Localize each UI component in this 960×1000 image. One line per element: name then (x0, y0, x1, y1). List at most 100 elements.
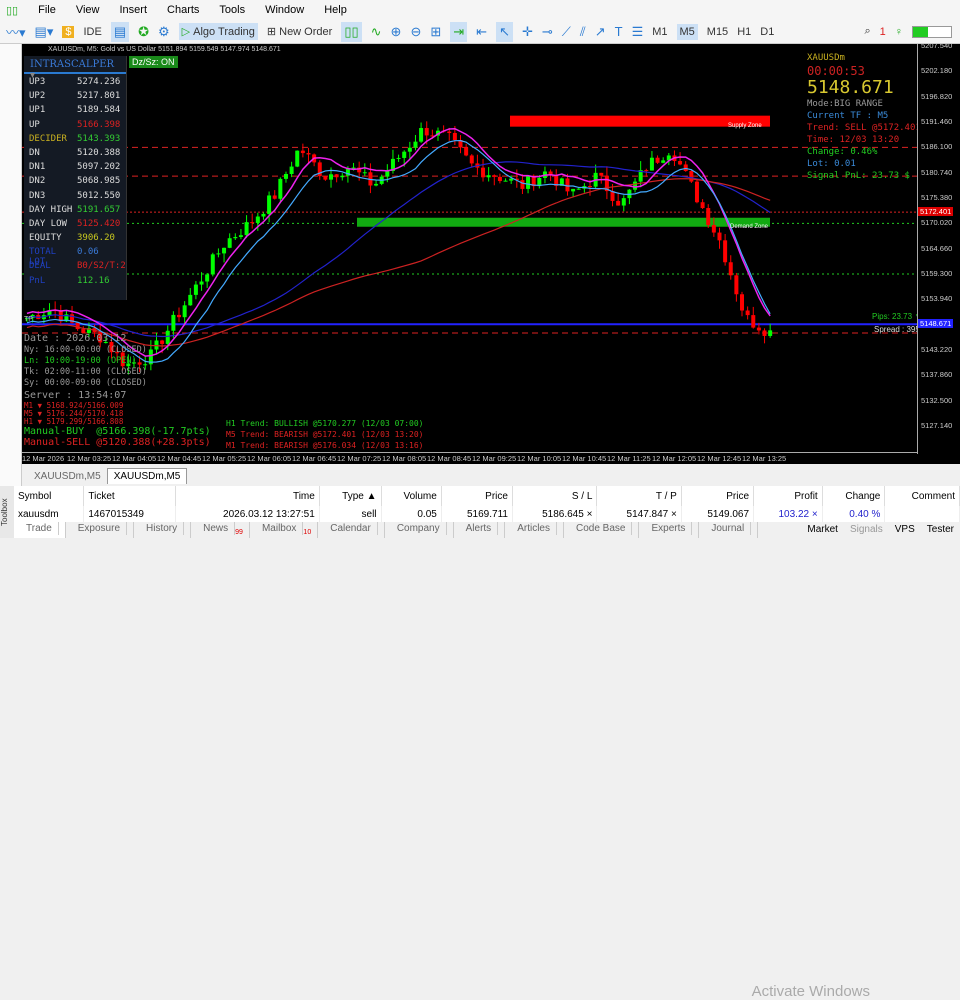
candle-body (238, 235, 243, 237)
market-watch-icon[interactable]: ▤ (110, 21, 130, 42)
vps-link[interactable]: VPS (895, 524, 915, 535)
row-value: 5120.388 (77, 147, 121, 158)
menu-file[interactable]: File (38, 4, 56, 16)
ln-session: Ln: 10:00-19:00 (OPEN) (24, 356, 137, 366)
column-header[interactable]: Volume (381, 486, 442, 506)
algo-trading-button[interactable]: ▷ Algo Trading (178, 23, 258, 40)
column-header[interactable]: Type ▲ (319, 486, 382, 506)
chart-area[interactable]: XAUUSDm, M5: Gold vs US Dollar 5151.894 … (22, 44, 960, 464)
terminal-tab[interactable]: History (134, 522, 192, 538)
tf-h1[interactable]: H1 (737, 26, 751, 38)
column-header[interactable]: T / P (596, 486, 682, 506)
column-header[interactable]: Change (822, 486, 886, 506)
row-value: 0.06 (77, 247, 99, 258)
time-tick: 12 Mar 07:25 (337, 454, 382, 463)
tester-link[interactable]: Tester (927, 524, 954, 535)
channel-icon[interactable]: ⫽ (580, 24, 586, 40)
text-icon[interactable]: T (615, 24, 623, 39)
tf-d1[interactable]: D1 (760, 26, 774, 38)
terminal-tab[interactable]: Company (385, 522, 454, 538)
signals-icon[interactable]: ✪ (138, 24, 149, 40)
symbol-label: XAUUSDm (807, 53, 845, 63)
row-value: 5125.420 (77, 218, 121, 229)
fibo-icon[interactable]: ☰ (632, 24, 644, 40)
dollar-icon[interactable]: $ (62, 25, 75, 38)
dz-sz-toggle[interactable]: Dz/Sz: ON (129, 56, 178, 68)
panel-row: EQUITY 3906.20 (24, 233, 126, 247)
tf-m15[interactable]: M15 (707, 26, 728, 38)
terminal-tab[interactable]: Articles (505, 522, 564, 538)
candle-body (565, 178, 570, 192)
tf-m1[interactable]: M1 (652, 26, 667, 38)
column-header[interactable]: Comment (884, 486, 960, 506)
terminal-tab[interactable]: Alerts (454, 522, 506, 538)
menu-window[interactable]: Window (265, 4, 304, 16)
panel-row: DN2 5068.985 (24, 176, 126, 190)
panel-row: DN 5120.388 (24, 148, 126, 162)
search-icon[interactable]: ⌕ (864, 25, 870, 38)
menu-insert[interactable]: Insert (120, 4, 148, 16)
menu-charts[interactable]: Charts (167, 4, 199, 16)
crosshair-icon[interactable]: ✛ (522, 24, 533, 40)
autoscroll-icon[interactable]: ⇥ (450, 21, 468, 42)
notifications-badge[interactable]: 1 (880, 26, 886, 38)
price-tick: 5127.140 (921, 420, 953, 430)
terminal-tab[interactable]: News 99 (191, 522, 250, 538)
menu-view[interactable]: View (76, 4, 100, 16)
cursor-icon[interactable]: ↖ (496, 21, 513, 42)
trendline-icon[interactable]: ⟋ (562, 24, 571, 40)
line-icon[interactable]: ∿ (371, 24, 382, 40)
price-axis[interactable]: 5207.540 5202.180 5196.820 5191.460 5186.100… (917, 44, 960, 454)
candle-body (210, 254, 215, 275)
row-value: 5189.584 (77, 105, 121, 116)
signals-link[interactable]: Signals (850, 524, 883, 535)
column-header[interactable]: Symbol (14, 486, 85, 506)
menu-help[interactable]: Help (324, 4, 347, 16)
gear-icon[interactable]: ⚙ (158, 24, 170, 40)
terminal-tab[interactable]: Calendar (318, 522, 385, 538)
tab-label: News (197, 522, 236, 535)
chart-tab[interactable]: XAUUSDm,M5 (28, 469, 107, 484)
price-tick: 5170.020 (921, 218, 953, 228)
hline-icon[interactable]: ⊸ (542, 24, 553, 40)
column-header[interactable]: S / L (512, 486, 598, 506)
arrow-line-icon[interactable]: ↗ (595, 24, 606, 40)
candle-body (520, 180, 525, 189)
terminal-tab[interactable]: Code Base (564, 522, 640, 538)
column-header[interactable]: Ticket (83, 486, 177, 506)
column-header[interactable]: Time (175, 486, 320, 506)
market-link[interactable]: Market (807, 524, 838, 535)
chart-type-icon[interactable]: 〰▾ (6, 22, 26, 41)
row-key: EQUITY (29, 233, 62, 244)
candle-body (526, 175, 531, 189)
price-tick: 5137.860 (921, 370, 953, 380)
level-icon[interactable]: ♀ (895, 26, 903, 38)
tf-m5[interactable]: M5 (676, 23, 698, 40)
column-header[interactable]: Profit (753, 486, 823, 506)
terminal-tab[interactable]: Mailbox 10 (250, 522, 319, 538)
ide-button[interactable]: IDE (83, 26, 101, 38)
candle-body (374, 183, 379, 186)
chart-tab-active[interactable]: XAUUSDm,M5 (106, 468, 188, 484)
terminal-tab[interactable]: Trade (14, 522, 66, 538)
zoom-in-icon[interactable]: ⊕ (391, 24, 402, 40)
terminal-tab[interactable]: Journal (699, 522, 759, 538)
templates-icon[interactable]: ▤▾ (35, 24, 54, 40)
terminal-tab[interactable]: Experts (639, 522, 700, 538)
zoom-out-icon[interactable]: ⊖ (410, 24, 421, 40)
candle-body (447, 131, 452, 133)
table-row[interactable]: xauusdm 1467015349 2026.03.12 13:27:51 sell… (14, 506, 960, 522)
time-axis[interactable]: 12 Mar 2026 12 Mar 03:25 12 Mar 04:05 12 Ma… (22, 452, 918, 464)
toolbox-label[interactable]: Toolbox (0, 486, 14, 538)
shift-icon[interactable]: ⇤ (476, 24, 487, 40)
column-header[interactable]: Price (681, 486, 755, 506)
candle-body (768, 330, 773, 336)
grid-icon[interactable]: ⊞ (430, 24, 441, 40)
column-header[interactable]: Price (441, 486, 513, 506)
candle-body (633, 181, 638, 190)
menu-tools[interactable]: Tools (219, 4, 245, 16)
new-order-button[interactable]: ⊞ New Order (267, 25, 332, 39)
terminal-tab[interactable]: Exposure (66, 522, 135, 538)
candles-icon[interactable]: ▯▯ (341, 21, 362, 42)
tab-label: Articles (511, 522, 557, 535)
